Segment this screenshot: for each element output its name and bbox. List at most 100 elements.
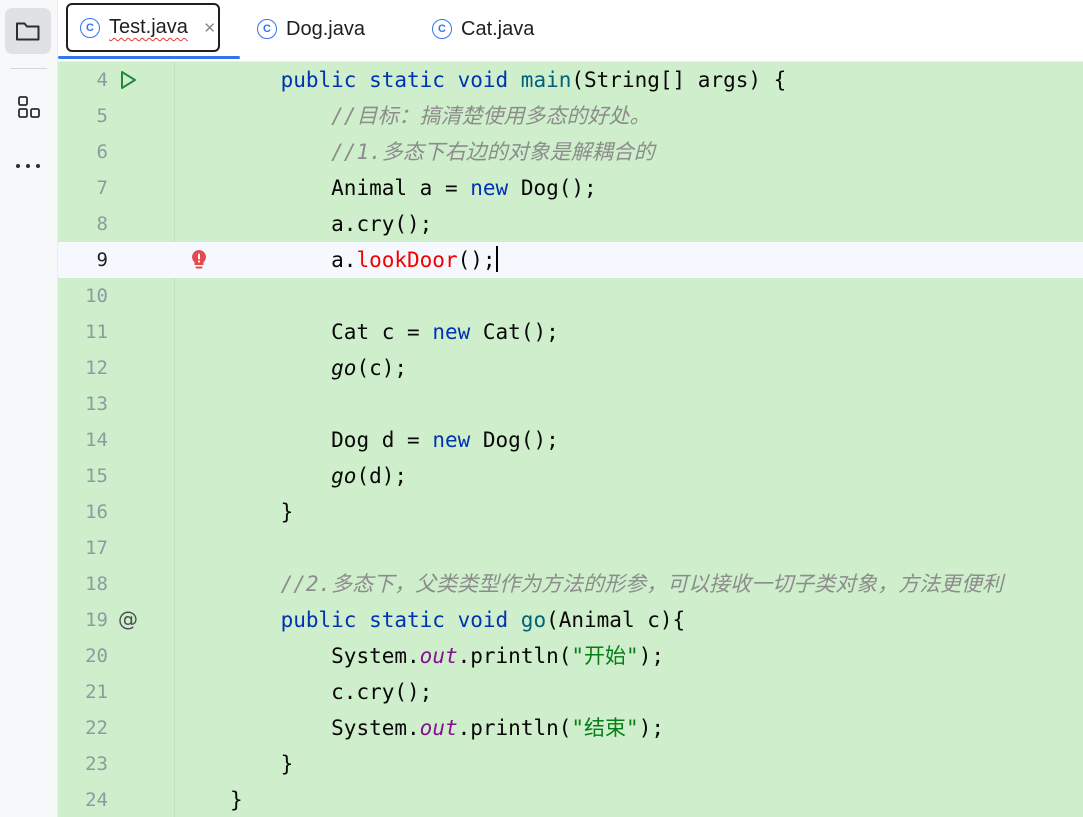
code-token: System. xyxy=(331,644,420,668)
code-line[interactable]: 14 Dog d = new Dog(); xyxy=(58,422,1083,458)
code-token: public static void xyxy=(280,68,521,92)
more-tools-button[interactable] xyxy=(5,143,51,189)
code-token: (String[] args) { xyxy=(571,68,787,92)
folder-icon xyxy=(16,22,40,41)
code-text: Dog d = new Dog(); xyxy=(230,422,559,458)
code-token: a. xyxy=(331,248,357,272)
code-line[interactable]: 5 //目标：搞清楚使用多态的好处。 xyxy=(58,98,1083,134)
code-token: } xyxy=(230,788,243,812)
code-token: .println( xyxy=(457,716,572,740)
implemented-method-icon[interactable]: @ xyxy=(116,608,140,632)
line-number: 22 xyxy=(85,717,108,739)
code-line[interactable]: 24} xyxy=(58,782,1083,817)
svg-text:@: @ xyxy=(118,608,138,631)
code-line[interactable]: 20 System.out.println("开始"); xyxy=(58,638,1083,674)
code-line[interactable]: 7 Animal a = new Dog(); xyxy=(58,170,1083,206)
code-line[interactable]: 17 xyxy=(58,530,1083,566)
code-token: } xyxy=(280,752,294,776)
line-number: 18 xyxy=(85,573,108,595)
code-token: (c); xyxy=(356,356,408,380)
code-token: new xyxy=(432,428,471,452)
line-number: 19 xyxy=(85,609,108,631)
code-text: //2.多态下，父类类型作为方法的形参，可以接收一切子类对象，方法更便利 xyxy=(230,566,1004,602)
text-caret xyxy=(495,246,498,272)
code-line[interactable]: 22 System.out.println("结束"); xyxy=(58,710,1083,746)
code-line[interactable]: 9 a.lookDoor(); xyxy=(58,242,1083,278)
code-line[interactable]: 4 public static void main(String[] args)… xyxy=(58,62,1083,98)
line-number: 13 xyxy=(85,393,108,415)
project-tool-button[interactable] xyxy=(5,8,51,54)
code-token: } xyxy=(280,500,294,524)
code-line[interactable]: 10 xyxy=(58,278,1083,314)
code-token: a.cry(); xyxy=(331,212,433,236)
line-number: 20 xyxy=(85,645,108,667)
error-bulb-icon[interactable] xyxy=(188,248,210,272)
code-token: //1.多态下右边的对象是解耦合的 xyxy=(331,140,655,164)
line-number: 5 xyxy=(96,105,108,127)
code-line[interactable]: 23 } xyxy=(58,746,1083,782)
code-token: ); xyxy=(638,716,664,740)
code-text: go(c); xyxy=(230,350,407,386)
code-text: a.lookDoor(); xyxy=(230,242,498,278)
tool-window-strip xyxy=(0,0,58,817)
code-text: c.cry(); xyxy=(230,674,432,710)
tab-dog-java[interactable]: C Dog.java xyxy=(257,0,365,58)
more-icon xyxy=(16,164,40,168)
code-text: a.cry(); xyxy=(230,206,432,242)
code-text: System.out.println("开始"); xyxy=(230,638,664,674)
code-line[interactable]: 15 go(d); xyxy=(58,458,1083,494)
code-line[interactable]: 18 //2.多态下，父类类型作为方法的形参，可以接收一切子类对象，方法更便利 xyxy=(58,566,1083,602)
java-class-icon: C xyxy=(80,17,100,38)
line-number: 15 xyxy=(85,465,108,487)
active-tab-indicator xyxy=(58,56,240,59)
code-line[interactable]: 13 xyxy=(58,386,1083,422)
code-text: public static void go(Animal c){ xyxy=(230,602,686,638)
code-line[interactable]: 19 @ public static void go(Animal c){ xyxy=(58,602,1083,638)
code-token: (); xyxy=(457,248,496,272)
unresolved-symbol: lookDoor xyxy=(356,248,458,272)
structure-tool-button[interactable] xyxy=(5,84,51,130)
line-number: 8 xyxy=(96,213,108,235)
line-number: 17 xyxy=(85,537,108,559)
code-text: Cat c = new Cat(); xyxy=(230,314,559,350)
close-icon[interactable]: ✕ xyxy=(203,19,216,37)
line-number: 6 xyxy=(96,141,108,163)
code-token: go xyxy=(331,464,357,488)
structure-icon xyxy=(18,96,40,118)
code-text: System.out.println("结束"); xyxy=(230,710,664,746)
tab-test-java[interactable]: C Test.java ✕ xyxy=(66,3,220,52)
code-text: //1.多态下右边的对象是解耦合的 xyxy=(230,134,655,170)
code-token: go xyxy=(520,608,547,632)
code-token: main xyxy=(520,68,572,92)
code-token: Dog d = xyxy=(331,428,433,452)
code-token: new xyxy=(432,320,471,344)
code-token: new xyxy=(470,176,509,200)
code-line[interactable]: 8 a.cry(); xyxy=(58,206,1083,242)
tab-label: Test.java xyxy=(109,16,188,38)
code-text: } xyxy=(230,746,294,782)
line-number: 21 xyxy=(85,681,108,703)
java-class-icon: C xyxy=(432,19,452,39)
tool-separator xyxy=(10,68,47,69)
code-line[interactable]: 16 } xyxy=(58,494,1083,530)
line-number: 11 xyxy=(85,321,108,343)
code-editor[interactable]: 4 public static void main(String[] args)… xyxy=(58,62,1083,817)
code-line[interactable]: 6 //1.多态下右边的对象是解耦合的 xyxy=(58,134,1083,170)
code-token: Cat c = xyxy=(331,320,433,344)
code-token: out xyxy=(419,716,458,740)
code-token: public static void xyxy=(280,608,521,632)
code-line[interactable]: 12 go(c); xyxy=(58,350,1083,386)
tab-cat-java[interactable]: C Cat.java xyxy=(432,0,534,58)
code-line[interactable]: 11 Cat c = new Cat(); xyxy=(58,314,1083,350)
run-icon[interactable] xyxy=(116,68,140,92)
code-line[interactable]: 21 c.cry(); xyxy=(58,674,1083,710)
line-number: 23 xyxy=(85,753,108,775)
code-text: Animal a = new Dog(); xyxy=(230,170,597,206)
code-text: } xyxy=(230,782,243,817)
code-token: .println( xyxy=(457,644,572,668)
code-token: //目标：搞清楚使用多态的好处。 xyxy=(331,104,651,128)
code-token: Animal a = xyxy=(331,176,471,200)
code-token: go xyxy=(331,356,357,380)
code-token: ); xyxy=(638,644,664,668)
line-number: 7 xyxy=(96,177,108,199)
